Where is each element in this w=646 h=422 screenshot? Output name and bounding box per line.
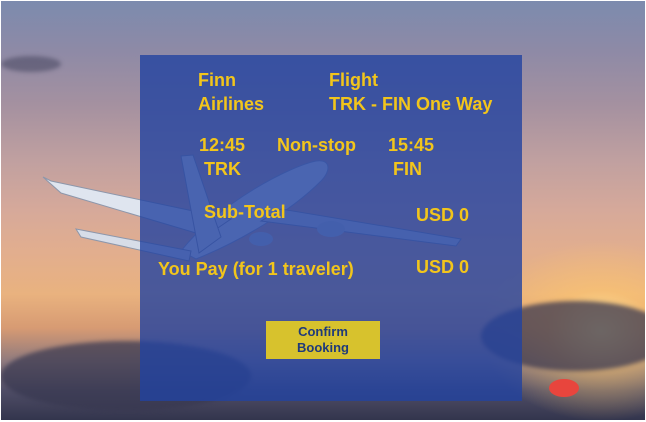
total-pay-label: You Pay (for 1 traveler)	[158, 259, 354, 279]
airline-name: Finn Airlines	[198, 70, 265, 114]
flight-label: Flight	[329, 70, 378, 90]
stops-label: Non-stop	[277, 135, 356, 155]
cloud-shape	[1, 56, 61, 72]
subtotal-label: Sub-Total	[204, 202, 286, 222]
arrival-airport: FIN	[393, 159, 422, 179]
departure-time: 12:45	[199, 135, 246, 155]
subtotal-value: USD 0	[416, 205, 470, 225]
sun-glow	[549, 379, 579, 397]
confirm-booking-button[interactable]: Confirm Booking	[266, 321, 380, 359]
arrival-time: 15:45	[388, 135, 435, 155]
flight-route: TRK - FIN One Way	[329, 94, 493, 114]
total-pay-value: USD 0	[416, 257, 470, 277]
departure-airport: TRK	[204, 159, 241, 179]
